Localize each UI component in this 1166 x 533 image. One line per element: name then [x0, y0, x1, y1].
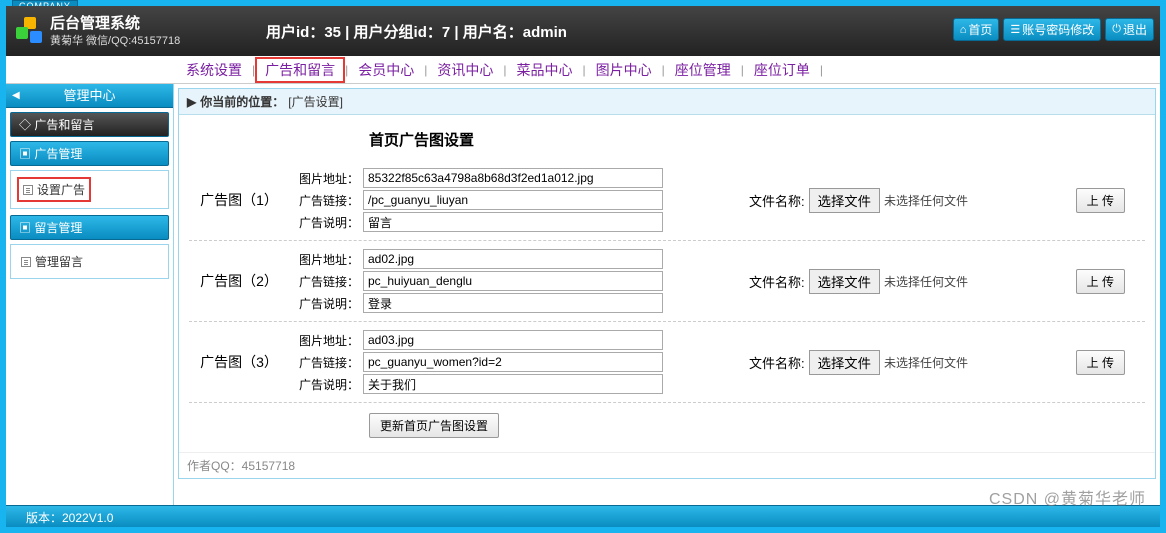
- choose-file-1[interactable]: 选择文件: [809, 188, 880, 213]
- nav-system[interactable]: 系统设置: [176, 60, 252, 80]
- ad1-desc-input[interactable]: [363, 212, 663, 232]
- ad3-img-input[interactable]: [363, 330, 663, 350]
- ad-name-3: 广告图（3）: [189, 352, 289, 372]
- nav-images[interactable]: 图片中心: [586, 60, 662, 80]
- doc-icon: [23, 185, 33, 195]
- ad1-img-input[interactable]: [363, 168, 663, 188]
- app-title: 后台管理系统: [50, 14, 180, 34]
- upload-button-2[interactable]: 上 传: [1076, 269, 1125, 294]
- sidebar-center-title: ◀管理中心: [6, 84, 173, 108]
- top-nav: 系统设置| 广告和留言| 会员中心| 资讯中心| 菜品中心| 图片中心| 座位管…: [6, 56, 1160, 84]
- submit-button[interactable]: 更新首页广告图设置: [369, 413, 499, 438]
- sidebar-item-set-ads[interactable]: 设置广告: [17, 177, 91, 202]
- ad-name-2: 广告图（2）: [189, 271, 289, 291]
- upload-button-3[interactable]: 上 传: [1076, 350, 1125, 375]
- sidebar: ◀管理中心 ◇ 广告和留言 ▣ 广告管理 设置广告 ▣ 留言管理 管理留言: [6, 84, 174, 505]
- ad-name-1: 广告图（1）: [189, 190, 289, 210]
- sidebar-section-active[interactable]: ◇ 广告和留言: [10, 112, 169, 137]
- flag-icon: ▶: [187, 95, 196, 109]
- version-bar: 版本：2022V1.0: [6, 505, 1160, 527]
- sidebar-group-ads[interactable]: ▣ 广告管理: [10, 141, 169, 166]
- ad2-link-input[interactable]: [363, 271, 663, 291]
- ad1-link-input[interactable]: [363, 190, 663, 210]
- upload-button-1[interactable]: 上 传: [1076, 188, 1125, 213]
- home-icon: ⌂: [960, 24, 967, 36]
- form-title: 首页广告图设置: [189, 123, 1145, 160]
- nav-dishes[interactable]: 菜品中心: [507, 60, 583, 80]
- app-subtitle: 黄菊华 微信/QQ:45157718: [50, 34, 180, 48]
- change-password-button[interactable]: ☰账号密码修改: [1003, 18, 1101, 41]
- sidebar-group-msgs[interactable]: ▣ 留言管理: [10, 215, 169, 240]
- ad-row-3: 广告图（3） 图片地址： 广告链接： 广告说明： 文件名称: 选择文件 未选择任…: [189, 322, 1145, 403]
- ad3-link-input[interactable]: [363, 352, 663, 372]
- no-file-3: 未选择任何文件: [884, 354, 968, 371]
- author-note: 作者QQ：45157718: [179, 452, 1155, 478]
- sidebar-item-manage-msgs[interactable]: 管理留言: [17, 251, 162, 272]
- caret-left-icon: ◀: [12, 84, 20, 108]
- home-button[interactable]: ⌂首页: [953, 18, 1000, 41]
- breadcrumb: ▶ 你当前的位置： [广告设置]: [179, 89, 1155, 115]
- ad3-desc-input[interactable]: [363, 374, 663, 394]
- nav-ads[interactable]: 广告和留言: [255, 57, 345, 83]
- no-file-2: 未选择任何文件: [884, 273, 968, 290]
- nav-news[interactable]: 资讯中心: [427, 60, 503, 80]
- nav-orders[interactable]: 座位订单: [744, 60, 820, 80]
- ad-row-2: 广告图（2） 图片地址： 广告链接： 广告说明： 文件名称: 选择文件 未选择任…: [189, 241, 1145, 322]
- no-file-1: 未选择任何文件: [884, 192, 968, 209]
- file-label: 文件名称:: [749, 191, 805, 210]
- header-user-info: 用户id：35 | 用户分组id：7 | 用户名：admin: [266, 6, 567, 56]
- nav-seats[interactable]: 座位管理: [665, 60, 741, 80]
- logout-button[interactable]: ⏻退出: [1105, 18, 1154, 41]
- logo-icon: [16, 17, 44, 45]
- doc-icon: [21, 257, 31, 267]
- list-icon: ☰: [1010, 23, 1020, 36]
- choose-file-2[interactable]: 选择文件: [809, 269, 880, 294]
- logo: 后台管理系统 黄菊华 微信/QQ:45157718: [6, 14, 180, 48]
- ad2-img-input[interactable]: [363, 249, 663, 269]
- app-header: 后台管理系统 黄菊华 微信/QQ:45157718 用户id：35 | 用户分组…: [6, 6, 1160, 56]
- choose-file-3[interactable]: 选择文件: [809, 350, 880, 375]
- nav-members[interactable]: 会员中心: [348, 60, 424, 80]
- ad2-desc-input[interactable]: [363, 293, 663, 313]
- ad-row-1: 广告图（1） 图片地址： 广告链接： 广告说明： 文件名称: 选择文件 未选择任…: [189, 160, 1145, 241]
- power-icon: ⏻: [1112, 23, 1121, 36]
- content-area: ▶ 你当前的位置： [广告设置] 首页广告图设置 广告图（1） 图片地址： 广告…: [174, 84, 1160, 505]
